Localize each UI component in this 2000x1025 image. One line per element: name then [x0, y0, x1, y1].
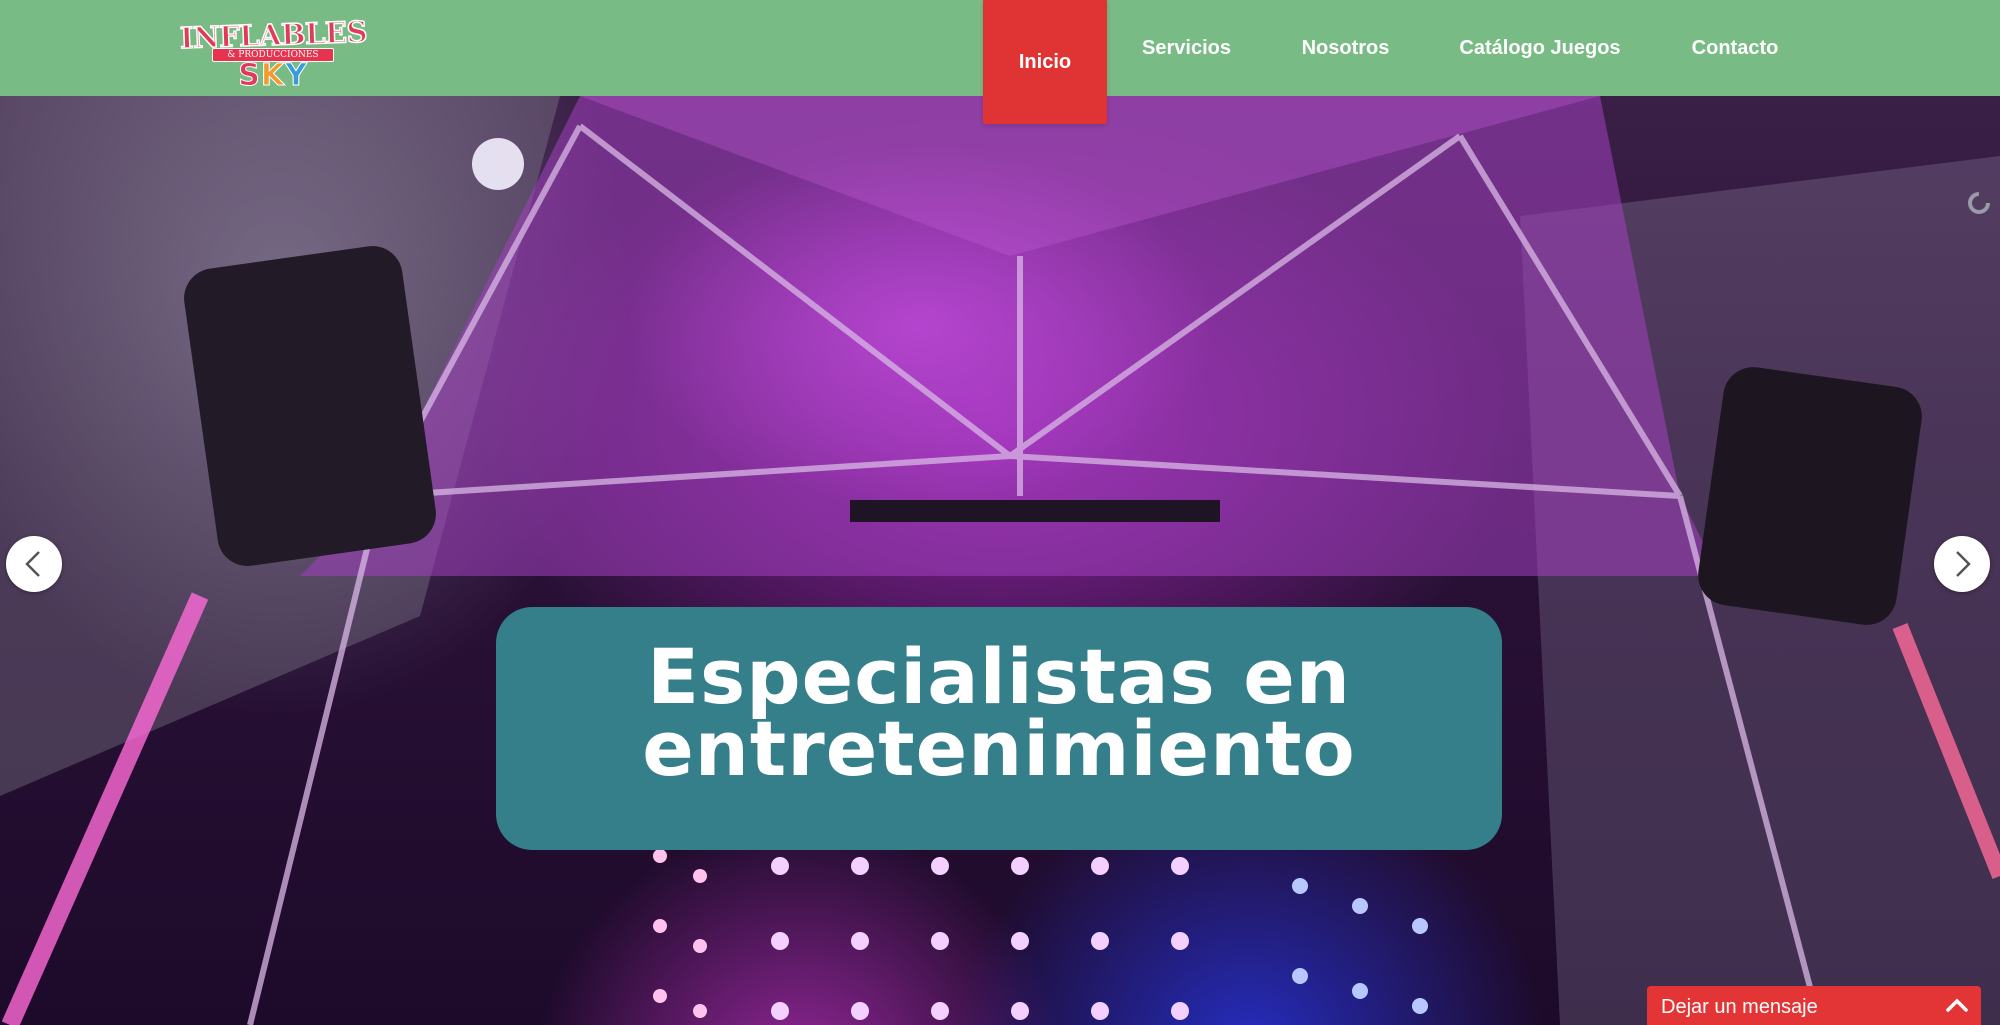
hero-caption: Especialistas en entretenimiento	[496, 607, 1502, 850]
loading-icon	[1966, 190, 1992, 216]
slider-next-button[interactable]	[1934, 536, 1990, 592]
nav-item-servicios[interactable]: Servicios	[1128, 0, 1245, 96]
leave-message-label: Dejar un mensaje	[1661, 996, 1818, 1018]
hero-slider: Especialistas en entretenimiento	[0, 96, 2000, 1025]
slider-prev-button[interactable]	[6, 536, 62, 592]
chevron-left-icon	[25, 551, 40, 577]
hero-caption-line: Especialistas en	[647, 632, 1351, 721]
logo-letter: K	[260, 58, 286, 94]
chevron-right-icon	[1956, 551, 1971, 577]
leave-message-tab[interactable]: Dejar un mensaje	[1647, 986, 1981, 1025]
logo-brand: SKY	[180, 58, 366, 94]
hero-image	[0, 96, 2000, 1025]
hero-caption-text: Especialistas en entretenimiento	[496, 632, 1502, 793]
nav-item-inicio[interactable]: Inicio	[983, 0, 1107, 124]
logo-letter: Y	[285, 58, 308, 94]
nav-item-catalogo-juegos[interactable]: Catálogo Juegos	[1455, 0, 1625, 96]
nav-item-nosotros[interactable]: Nosotros	[1294, 0, 1397, 96]
site-header: INFLABLES & PRODUCCIONES SKY Inicio Serv…	[0, 0, 2000, 124]
logo-letter: S	[238, 58, 261, 94]
hero-caption-line: entretenimiento	[642, 704, 1356, 793]
chevron-up-icon	[1946, 998, 1968, 1012]
nav-item-contacto[interactable]: Contacto	[1680, 0, 1790, 96]
logo[interactable]: INFLABLES & PRODUCCIONES SKY	[179, 14, 369, 94]
